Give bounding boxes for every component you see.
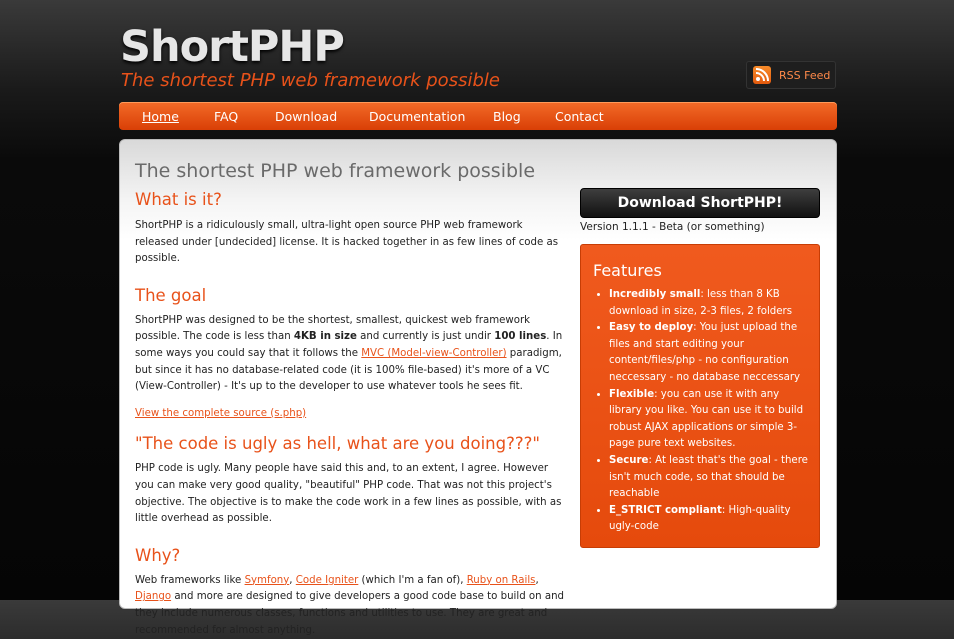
nav-faq[interactable]: FAQ bbox=[214, 109, 238, 124]
rails-link[interactable]: Ruby on Rails bbox=[467, 575, 536, 586]
download-button[interactable]: Download ShortPHP! bbox=[580, 188, 820, 218]
ugly-heading: "The code is ugly as hell, what are you … bbox=[135, 434, 540, 454]
page-title: The shortest PHP web framework possible bbox=[135, 160, 536, 182]
rss-label: RSS Feed bbox=[779, 68, 831, 82]
nav-documentation[interactable]: Documentation bbox=[369, 109, 465, 124]
django-link[interactable]: Django bbox=[135, 591, 171, 602]
nav-home[interactable]: Home bbox=[142, 109, 179, 124]
feature-item: Flexible: you can use it with any librar… bbox=[609, 387, 811, 453]
nav-blog[interactable]: Blog bbox=[493, 109, 521, 124]
features-title: Features bbox=[593, 261, 662, 280]
what-text: ShortPHP is a ridiculously small, ultra-… bbox=[135, 220, 559, 265]
rss-icon bbox=[753, 66, 771, 84]
rss-feed-button[interactable]: RSS Feed bbox=[746, 61, 836, 89]
features-list: Incredibly small: less than 8 KB downloa… bbox=[581, 287, 821, 536]
codeigniter-link[interactable]: Code Igniter bbox=[296, 575, 359, 586]
tagline: The shortest PHP web framework possible bbox=[121, 70, 500, 91]
what-heading: What is it? bbox=[135, 190, 222, 209]
version-text: Version 1.1.1 - Beta (or something) bbox=[580, 221, 765, 233]
goal-heading: The goal bbox=[135, 285, 207, 305]
goal-text: ShortPHP was designed to be the shortest… bbox=[135, 314, 563, 393]
nav-download[interactable]: Download bbox=[275, 109, 337, 124]
feature-item: Secure: At least that's the goal - there… bbox=[609, 453, 811, 503]
ugly-text: PHP code is ugly. Many people have said … bbox=[135, 463, 562, 525]
why-text: Web frameworks like Symfony, Code Ignite… bbox=[135, 574, 564, 636]
symfony-link[interactable]: Symfony bbox=[245, 575, 290, 586]
feature-item: Easy to deploy: You just upload the file… bbox=[609, 320, 811, 386]
view-source-link[interactable]: View the complete source (s.php) bbox=[135, 408, 306, 419]
main-content: What is it? ShortPHP is a ridiculously s… bbox=[135, 190, 565, 639]
mvc-link[interactable]: MVC (Model-view-Controller) bbox=[361, 348, 506, 359]
logo[interactable]: ShortPHP bbox=[120, 22, 345, 72]
main-nav: Home FAQ Download Documentation Blog Con… bbox=[119, 102, 837, 130]
feature-item: Incredibly small: less than 8 KB downloa… bbox=[609, 287, 811, 320]
why-heading: Why? bbox=[135, 545, 181, 565]
features-box: Features Incredibly small: less than 8 K… bbox=[580, 244, 820, 548]
nav-contact[interactable]: Contact bbox=[555, 109, 604, 124]
feature-item: E_STRICT compliant: High-quality ugly-co… bbox=[609, 503, 811, 536]
